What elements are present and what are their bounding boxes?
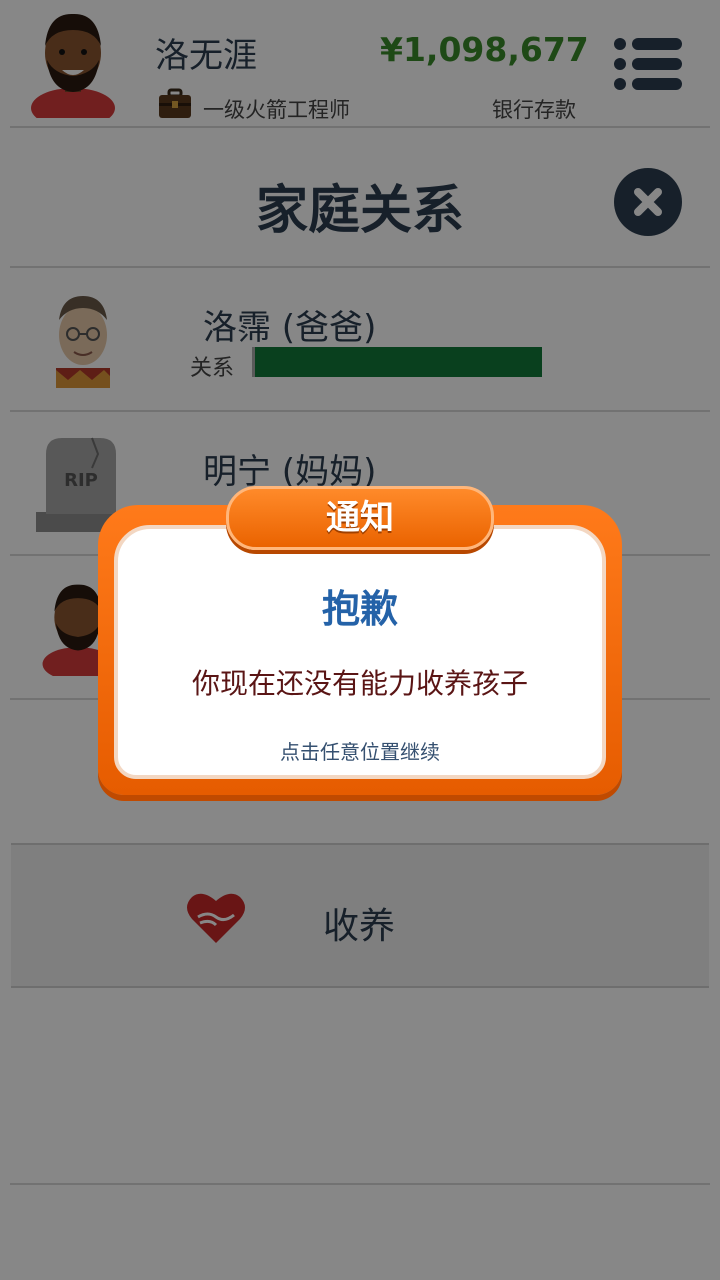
- modal-heading: 抱歉: [321, 587, 398, 631]
- modal-title-tab: 通知: [226, 486, 494, 550]
- continue-hint: 点击任意位置继续: [280, 740, 440, 764]
- modal-title: 通知: [326, 498, 394, 538]
- modal-message: 你现在还没有能力收养孩子: [191, 667, 528, 700]
